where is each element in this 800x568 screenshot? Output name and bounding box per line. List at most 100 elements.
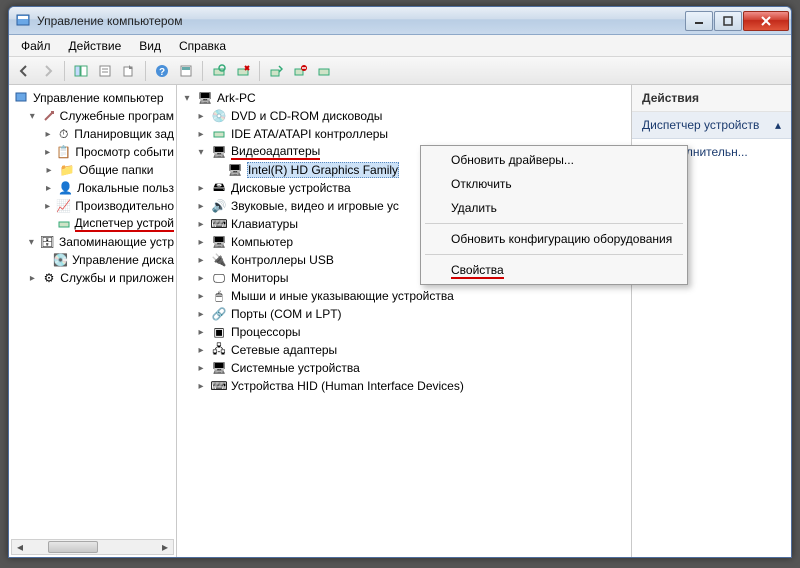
node-label: Процессоры bbox=[231, 325, 301, 339]
tree-local-users[interactable]: ▸ 👤 Локальные польз bbox=[11, 179, 174, 197]
device-category-mouse[interactable]: ▸ 🖱 Мыши и иные указывающие устройства bbox=[179, 287, 629, 305]
show-hide-tree-icon[interactable] bbox=[70, 60, 92, 82]
uninstall-icon[interactable] bbox=[232, 60, 254, 82]
cm-properties[interactable]: Свойства bbox=[423, 258, 685, 282]
expand-icon[interactable]: ▸ bbox=[195, 308, 207, 320]
node-label: Управление диска bbox=[72, 253, 174, 267]
expand-icon[interactable]: ▸ bbox=[195, 128, 207, 140]
disc-icon: 💿 bbox=[211, 108, 227, 124]
expand-icon[interactable]: ▸ bbox=[195, 218, 207, 230]
menu-view[interactable]: Вид bbox=[131, 37, 169, 55]
tree-services-apps[interactable]: ▸ ⚙ Службы и приложен bbox=[11, 269, 174, 287]
minimize-button[interactable] bbox=[685, 11, 713, 31]
node-label: Производительно bbox=[75, 199, 174, 213]
cm-update-drivers[interactable]: Обновить драйверы... bbox=[423, 148, 685, 172]
tree-disk-management[interactable]: 💽 Управление диска bbox=[11, 251, 174, 269]
tree-shared-folders[interactable]: ▸ 📁 Общие папки bbox=[11, 161, 174, 179]
close-button[interactable] bbox=[743, 11, 789, 31]
tree-task-scheduler[interactable]: ▸ ⏱ Планировщик зад bbox=[11, 125, 174, 143]
horizontal-scrollbar[interactable]: ◂ ▸ bbox=[11, 539, 174, 555]
menu-action[interactable]: Действие bbox=[61, 37, 130, 55]
cm-properties-label: Свойства bbox=[451, 263, 504, 279]
maximize-button[interactable] bbox=[714, 11, 742, 31]
expand-icon[interactable]: ▸ bbox=[195, 200, 207, 212]
device-category-network[interactable]: ▸ 🖧 Сетевые адаптеры bbox=[179, 341, 629, 359]
device-category-system[interactable]: ▸ 🖥 Системные устройства bbox=[179, 359, 629, 377]
node-label: Видеоадаптеры bbox=[231, 144, 320, 160]
expand-icon[interactable]: ▸ bbox=[195, 272, 207, 284]
tree-system-tools[interactable]: ▾ Служебные програм bbox=[11, 107, 174, 125]
disable-icon[interactable] bbox=[289, 60, 311, 82]
device-root[interactable]: ▾ 🖥 Ark-PC bbox=[179, 89, 629, 107]
tree-device-manager[interactable]: Диспетчер устрой bbox=[11, 215, 174, 233]
expand-icon[interactable]: ▸ bbox=[43, 200, 52, 212]
node-label: Звуковые, видео и игровые ус bbox=[231, 199, 399, 213]
device-category-hid[interactable]: ▸ ⌨ Устройства HID (Human Interface Devi… bbox=[179, 377, 629, 395]
actions-title: Действия bbox=[632, 85, 791, 112]
device-category-ide[interactable]: ▸ IDE ATA/ATAPI контроллеры bbox=[179, 125, 629, 143]
node-label: Сетевые адаптеры bbox=[231, 343, 337, 357]
expand-icon[interactable]: ▸ bbox=[43, 182, 54, 194]
refresh-icon[interactable] bbox=[175, 60, 197, 82]
expand-icon[interactable]: ▸ bbox=[195, 326, 207, 338]
device-category-ports[interactable]: ▸ 🔗 Порты (COM и LPT) bbox=[179, 305, 629, 323]
expand-icon[interactable]: ▸ bbox=[43, 146, 52, 158]
expand-icon[interactable]: ▸ bbox=[195, 380, 207, 392]
usb-icon: 🔌 bbox=[211, 252, 227, 268]
scroll-right-icon[interactable]: ▸ bbox=[157, 540, 173, 554]
system-device-icon: 🖥 bbox=[211, 360, 227, 376]
menu-help[interactable]: Справка bbox=[171, 37, 234, 55]
context-menu: Обновить драйверы... Отключить Удалить О… bbox=[420, 145, 688, 285]
blank-icon bbox=[43, 218, 53, 230]
collapse-icon[interactable]: ▾ bbox=[27, 110, 38, 122]
expand-icon[interactable]: ▸ bbox=[195, 290, 207, 302]
expand-icon[interactable]: ▸ bbox=[195, 362, 207, 374]
users-icon: 👤 bbox=[58, 180, 73, 196]
tree-root[interactable]: Управление компьютер bbox=[11, 89, 174, 107]
separator bbox=[202, 61, 203, 81]
export-icon[interactable] bbox=[118, 60, 140, 82]
device-category-cpu[interactable]: ▸ ▣ Процессоры bbox=[179, 323, 629, 341]
expand-icon[interactable]: ▸ bbox=[27, 272, 38, 284]
tree-storage[interactable]: ▾ 🗄 Запоминающие устр bbox=[11, 233, 174, 251]
scroll-thumb[interactable] bbox=[48, 541, 98, 553]
titlebar[interactable]: Управление компьютером bbox=[9, 7, 791, 35]
nav-forward-icon[interactable] bbox=[37, 60, 59, 82]
chevron-up-icon: ▴ bbox=[775, 118, 781, 132]
cm-uninstall[interactable]: Удалить bbox=[423, 196, 685, 220]
properties-icon[interactable] bbox=[94, 60, 116, 82]
cm-disable[interactable]: Отключить bbox=[423, 172, 685, 196]
help-icon[interactable]: ? bbox=[151, 60, 173, 82]
window-controls bbox=[685, 11, 789, 31]
clock-icon: ⏱ bbox=[57, 126, 70, 142]
separator bbox=[425, 223, 683, 224]
expand-icon[interactable]: ▸ bbox=[195, 236, 207, 248]
tree-performance[interactable]: ▸ 📈 Производительно bbox=[11, 197, 174, 215]
cm-scan-hardware[interactable]: Обновить конфигурацию оборудования bbox=[423, 227, 685, 251]
node-label: Системные устройства bbox=[231, 361, 360, 375]
tree-event-viewer[interactable]: ▸ 📋 Просмотр событи bbox=[11, 143, 174, 161]
collapse-icon[interactable]: ▾ bbox=[195, 146, 207, 158]
device-category-dvd[interactable]: ▸ 💿 DVD и CD-ROM дисководы bbox=[179, 107, 629, 125]
collapse-icon[interactable]: ▾ bbox=[181, 92, 193, 104]
update-driver-icon[interactable] bbox=[265, 60, 287, 82]
node-label: Ark-PC bbox=[217, 91, 256, 105]
folder-icon: 📁 bbox=[59, 162, 75, 178]
expand-icon[interactable]: ▸ bbox=[195, 344, 207, 356]
menu-file[interactable]: Файл bbox=[13, 37, 59, 55]
expand-icon[interactable]: ▸ bbox=[43, 128, 53, 140]
node-label: Мыши и иные указывающие устройства bbox=[231, 289, 454, 303]
blank-icon bbox=[43, 254, 49, 266]
expand-icon[interactable]: ▸ bbox=[43, 164, 55, 176]
expand-icon[interactable]: ▸ bbox=[195, 182, 207, 194]
collapse-icon[interactable]: ▾ bbox=[27, 236, 36, 248]
nav-back-icon[interactable] bbox=[13, 60, 35, 82]
expand-icon[interactable]: ▸ bbox=[195, 110, 207, 122]
scan-hardware-icon[interactable] bbox=[208, 60, 230, 82]
node-label: IDE ATA/ATAPI контроллеры bbox=[231, 127, 388, 141]
enable-icon[interactable] bbox=[313, 60, 335, 82]
expand-icon[interactable]: ▸ bbox=[195, 254, 207, 266]
separator bbox=[64, 61, 65, 81]
scroll-left-icon[interactable]: ◂ bbox=[12, 540, 28, 554]
actions-section-header[interactable]: Диспетчер устройств ▴ bbox=[632, 112, 791, 139]
